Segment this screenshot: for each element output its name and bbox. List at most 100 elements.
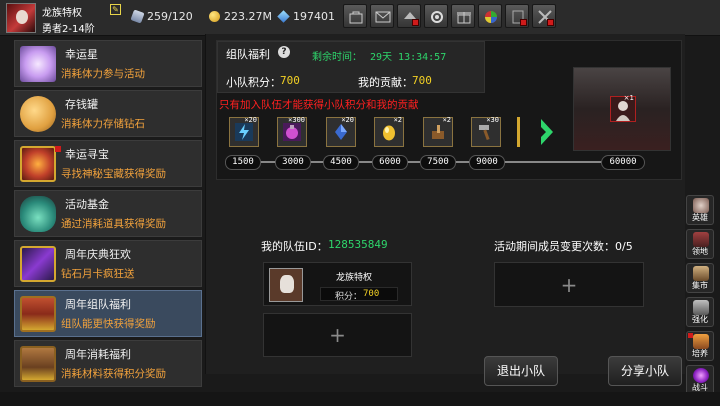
menu-item-subtitle: 组队能更快获得奖励 [61,318,156,330]
right-sidebar: 英雄 领地 集市 强化 培养 战斗 [686,195,716,399]
menu-item-anniversary-team[interactable]: 周年组队福利 组队能更快获得奖励 [14,290,202,337]
reward-item[interactable]: ×20 [326,116,356,147]
gold-stat: 223.27M [209,10,272,23]
edit-name-icon[interactable]: ✎ [110,4,121,15]
menu-item-title: 幸运寻宝 [65,148,109,161]
lucky-star-icon [20,46,56,82]
mail-button[interactable] [370,4,394,28]
reward-divider [517,117,520,147]
sidebar-item-label: 强化 [692,315,708,324]
team-id-label: 我的队伍ID： [261,240,328,253]
event-button[interactable] [397,4,421,28]
leave-team-button[interactable]: 退出小队 [484,356,558,386]
sidebar-item-hero[interactable]: 英雄 [686,195,714,225]
sidebar-item-battle[interactable]: 战斗 [686,365,714,395]
reward-item[interactable]: ×30 [471,116,501,147]
add-change-plus: + [560,273,578,297]
menu-item-anniversary-consume[interactable]: 周年消耗福利 消耗材料获得积分奖励 [14,340,202,387]
player-avatar[interactable] [6,3,36,33]
battle-badge [547,19,554,26]
menu-item-subtitle: 寻找神秘宝藏获得奖励 [61,168,166,180]
menu-item-title: 存钱罐 [65,98,98,111]
milestone: 9000 [469,155,505,170]
menu-item-subtitle: 消耗材料获得积分奖励 [61,368,166,380]
sidebar-item-cultivate[interactable]: 培养 [686,331,714,361]
reward-qty: ×2 [393,116,402,124]
share-team-button[interactable]: 分享小队 [608,356,682,386]
pvp-button[interactable] [505,4,529,28]
blue-crystal-icon [335,124,347,140]
reward-item[interactable]: ×300 [277,116,307,147]
time-remaining-value: 29天 13:34:57 [370,52,447,63]
add-member-slot[interactable]: + [263,313,412,357]
team-reward-panel: 组队福利 ? 剩余时间： 29天 13:34:57 小队积分： 700 我的贡献… [205,34,685,386]
add-member-plus: + [329,323,346,347]
menu-item-subtitle: 通过消耗道具获得奖励 [61,218,166,230]
reward-qty: ×20 [244,116,257,124]
potion-box-icon [283,123,301,141]
settings-button[interactable] [424,4,448,28]
hammer-icon [479,125,490,141]
shop-button[interactable] [343,4,367,28]
sidebar-item-label: 培养 [692,349,708,358]
menu-item-activity-fund[interactable]: 活动基金 通过消耗道具获得奖励 [14,190,202,237]
gift-button[interactable] [451,4,475,28]
gift-icon [457,12,471,24]
stamina-value: 259/120 [147,10,193,23]
gem-value: 197401 [293,10,335,23]
next-arrow-icon[interactable] [539,117,557,147]
grand-reward-preview[interactable]: ×1 [573,67,671,151]
member-score-box: 积分： 700 [320,287,398,302]
diamond-card-icon [20,246,56,282]
menu-item-piggy-bank[interactable]: 存钱罐 消耗体力存储钻石 [14,90,202,137]
piggy-bank-icon [20,96,56,132]
menu-item-anniversary-carnival[interactable]: 周年庆典狂欢 钻石月卡疯狂送 [14,240,202,287]
menu-item-lucky-star[interactable]: 幸运星 消耗体力参与活动 [14,40,202,87]
menu-item-treasure-hunt[interactable]: 幸运寻宝 寻找神秘宝藏获得奖励 [14,140,202,187]
member-name: 龙族特权 [336,273,373,283]
top-bar: 龙族特权 勇者2-14阶 ✎ 259/120 223.27M 197401 [0,0,720,36]
wooden-chest-icon [20,346,56,382]
time-remaining-label: 剩余时间： [312,52,362,63]
reward-item[interactable]: ×2 [423,116,453,147]
reward-title: 组队福利 [226,48,270,61]
milestone-final: 60000 [601,155,645,170]
sidebar-item-label: 领地 [692,247,708,256]
battle-button[interactable] [532,4,556,28]
grand-reward-item[interactable]: ×1 [610,94,636,122]
reward-qty: ×30 [486,116,499,124]
shop-icon [349,11,363,24]
gem-stat: 197401 [277,10,335,23]
team-id-value: 128535849 [328,238,388,251]
sidebar-item-territory[interactable]: 领地 [686,229,714,259]
lightning-scroll-icon [235,123,253,141]
gem-icon [277,10,290,23]
player-name: 龙族特权 [42,8,82,19]
milestone: 7500 [420,155,456,170]
reward-qty: ×2 [442,116,451,124]
fund-bag-icon [20,196,56,232]
golden-egg-icon [383,125,395,141]
sidebar-item-market[interactable]: 集市 [686,263,714,293]
member-score-label: 积分： [335,292,363,302]
team-member-card[interactable]: 龙族特权 积分： 700 [263,262,412,306]
help-icon[interactable]: ? [278,46,290,58]
menu-item-subtitle: 钻石月卡疯狂送 [61,268,135,280]
treasure-hunt-badge [55,146,61,152]
reward-item[interactable]: ×2 [374,116,404,147]
member-score-value: 700 [363,289,380,299]
stamina-stat: 259/120 [130,9,193,24]
add-change-slot[interactable]: + [494,262,644,307]
reward-qty: ×20 [341,116,354,124]
wheel-button[interactable] [478,4,502,28]
wheel-icon [485,11,497,23]
sidebar-item-enhance[interactable]: 强化 [686,297,714,327]
reward-box: 组队福利 ? 剩余时间： 29天 13:34:57 小队积分： 700 我的贡献… [216,40,682,180]
gold-value: 223.27M [224,10,272,23]
sidebar-item-label: 英雄 [692,213,708,222]
menu-item-title: 周年组队福利 [65,298,131,311]
cultivate-icon [693,334,709,349]
reward-item[interactable]: ×20 [229,116,259,147]
territory-icon [693,232,709,247]
activity-menu: 幸运星 消耗体力参与活动 存钱罐 消耗体力存储钻石 幸运寻宝 寻找神秘宝藏获得奖… [14,40,202,390]
